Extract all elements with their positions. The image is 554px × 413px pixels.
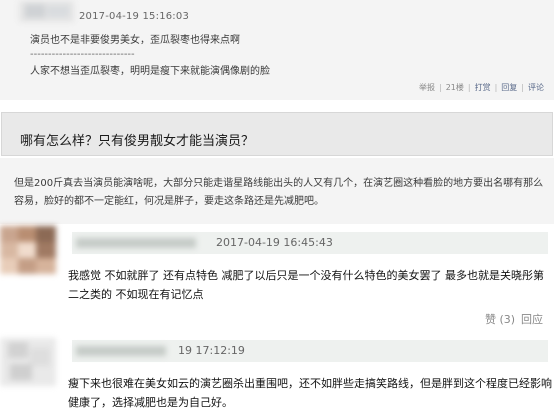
comment-username[interactable] [72,233,212,253]
post-line-quote: 演员也不是非要俊男美女，歪瓜裂枣也得来点啊 [30,35,240,46]
comment-timestamp: 19 17:12:19 [178,344,245,357]
section-gap [0,100,554,112]
quoted-post: 2017-04-19 15:16:03 演员也不是非要俊男美女，歪瓜裂枣也得来点… [0,0,554,100]
comment-text: 我感觉 不如就胖了 还有点特色 减肥了以后只是一个没有什么特色的美女罢了 最多也… [68,269,544,301]
post-line-reply: 人家不想当歪瓜裂枣，明明是瘦下来就能演偶像剧的脸 [30,66,270,77]
reply-link[interactable]: 回复 [501,82,517,93]
report-link[interactable]: 举报 [419,82,435,93]
comment-text: 瘦下来也很难在美女如云的演艺圈杀出重围吧，还不如胖些走搞笑路线，但是胖到这个程度… [68,377,552,409]
comment-avatar[interactable] [0,226,56,274]
floor-number: 21楼 [445,83,464,92]
post-avatar[interactable] [19,1,74,22]
comment-avatar[interactable] [0,338,56,386]
comment-username[interactable] [72,341,172,361]
post-actions: 举报 | 21楼 | 打赏 | 回复 | 评论 [419,82,544,93]
question-box: 哪有怎么样？只有俊男靓女才能当演员？ [1,112,553,156]
question-text: 哪有怎么样？只有俊男靓女才能当演员？ [20,134,255,149]
post-line-separator: ----------------------------- [30,49,135,60]
reply-button[interactable]: 回应 [521,311,543,327]
like-button[interactable]: 赞 (3) [485,311,515,327]
reward-link[interactable]: 打赏 [475,82,491,93]
comment-timestamp: 2017-04-19 16:45:43 [216,236,333,249]
comment-link[interactable]: 评论 [528,82,544,93]
answer-block: 但是200斤真去当演员能演啥呢，大部分只能走谐星路线能出头的人又有几个，在演艺圈… [0,158,554,224]
post-timestamp: 2017-04-19 15:16:03 [79,11,190,22]
answer-text: 但是200斤真去当演员能演啥呢，大部分只能走谐星路线能出头的人又有几个，在演艺圈… [14,178,544,207]
